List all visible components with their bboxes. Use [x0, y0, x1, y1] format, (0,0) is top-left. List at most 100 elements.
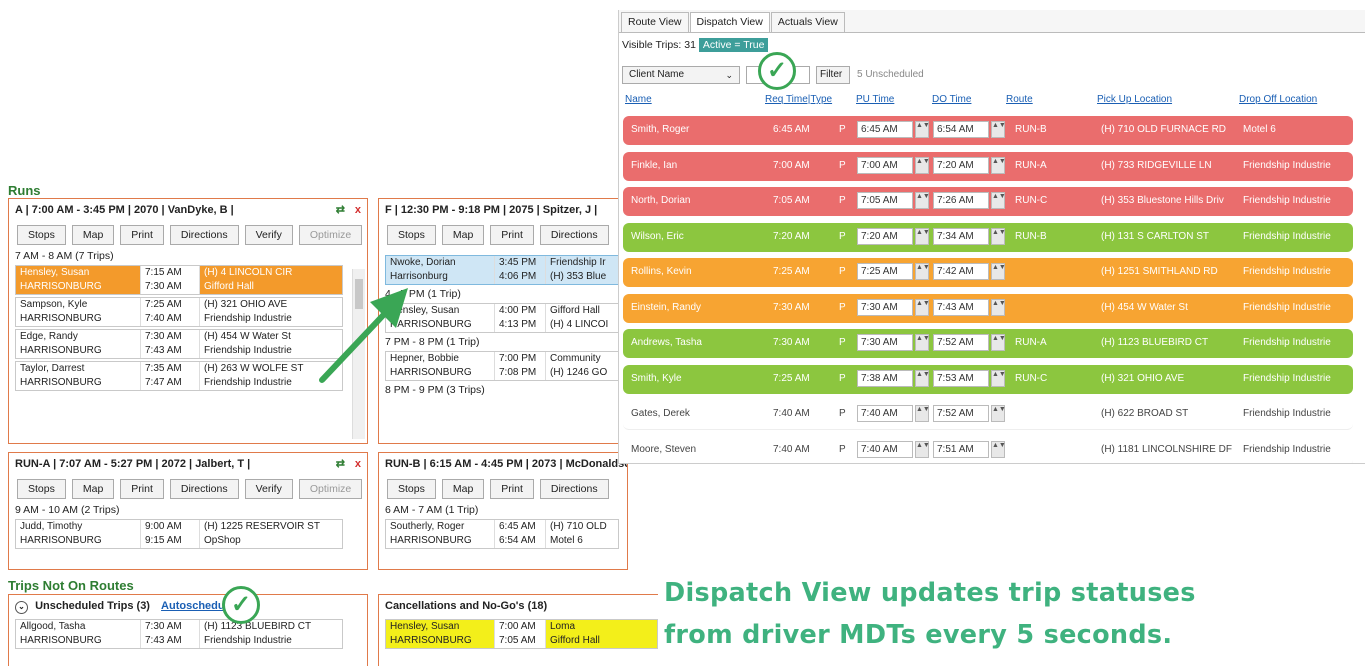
pu-time-stepper[interactable]: ▲▼	[915, 156, 930, 174]
close-icon[interactable]: x	[355, 453, 361, 475]
do-time-stepper[interactable]: ▲▼	[991, 156, 1006, 174]
do-time-input[interactable]: 7:52 AM	[933, 405, 989, 422]
trip-card[interactable]: Taylor, Darrest 7:35 AM (H) 263 W WOLFE ST…	[15, 361, 343, 391]
do-time-input[interactable]: 7:51 AM	[933, 440, 989, 458]
stops-button[interactable]: Stops	[17, 479, 66, 499]
pu-time-stepper[interactable]: ▲▼	[915, 121, 930, 138]
pu-time-input[interactable]: 7:40 AM	[857, 405, 913, 422]
directions-button[interactable]: Directions	[169, 479, 239, 499]
trip-card[interactable]: Judd, Timothy 9:00 AM (H) 1225 RESERVOIR S…	[15, 519, 343, 549]
col-pu-time[interactable]: PU Time	[856, 94, 894, 105]
do-time-stepper[interactable]: ▲▼	[991, 440, 1006, 458]
collapse-icon[interactable]: ⌄	[15, 601, 28, 614]
do-time-input[interactable]: 7:34 AM	[933, 227, 989, 245]
do-time-stepper[interactable]: ▲▼	[991, 369, 1006, 387]
dispatch-row[interactable]: Einstein, Randy 7:30 AM P 7:30 AM ▲▼ 7:43 AM ▲…	[623, 293, 1353, 323]
pu-time-stepper[interactable]: ▲▼	[915, 192, 930, 209]
trip-card[interactable]: Edge, Randy 7:30 AM (H) 454 W Water St HAR…	[15, 329, 343, 359]
print-button[interactable]: Print	[490, 225, 534, 245]
pu-time-stepper[interactable]: ▲▼	[915, 440, 930, 458]
do-time-stepper[interactable]: ▲▼	[991, 405, 1006, 422]
do-time-input[interactable]: 7:42 AM	[933, 263, 989, 280]
pu-time-input[interactable]: 7:25 AM	[857, 263, 913, 280]
route-icon[interactable]: ⇄	[336, 199, 345, 221]
tab-dispatch-view[interactable]: Dispatch View	[689, 12, 770, 32]
col-do-time[interactable]: DO Time	[932, 94, 971, 105]
dispatch-row[interactable]: Smith, Roger 6:45 AM P 6:45 AM ▲▼ 6:54 AM ▲▼ RU…	[623, 116, 1353, 145]
trip-card[interactable]: Sampson, Kyle 7:25 AM (H) 321 OHIO AVE HAR…	[15, 297, 343, 327]
col-dropoff-location[interactable]: Drop Off Location	[1239, 94, 1317, 105]
trip-card[interactable]: Allgood, Tasha 7:30 AM (H) 1123 BLUEBIRD C…	[15, 619, 343, 649]
directions-button[interactable]: Directions	[169, 225, 239, 245]
tab-actuals-view[interactable]: Actuals View	[770, 12, 845, 32]
do-time-stepper[interactable]: ▲▼	[991, 263, 1006, 280]
trip-card[interactable]: Nwoke, Dorian 3:45 PM Friendship Ir Harris…	[385, 255, 619, 285]
col-name[interactable]: Name	[625, 94, 652, 105]
pu-time-input[interactable]: 7:00 AM	[857, 156, 913, 174]
directions-button[interactable]: Directions	[539, 479, 609, 499]
verify-button[interactable]: Verify	[244, 225, 293, 245]
col-route[interactable]: Route	[1006, 94, 1033, 105]
filter-button[interactable]: Filter	[816, 66, 850, 84]
do-time-input[interactable]: 7:43 AM	[933, 298, 989, 316]
do-time-input[interactable]: 7:26 AM	[933, 192, 989, 209]
print-button[interactable]: Print	[120, 225, 164, 245]
pu-time-input[interactable]: 7:38 AM	[857, 369, 913, 387]
trip-card[interactable]: Hensley, Susan 7:00 AM Loma HARRISONBURG 7:…	[385, 619, 658, 649]
pu-time-input[interactable]: 7:20 AM	[857, 227, 913, 245]
col-req-time-type[interactable]: Req Time|Type	[765, 94, 832, 105]
pu-time-stepper[interactable]: ▲▼	[915, 227, 930, 245]
pu-time-input[interactable]: 7:40 AM	[857, 440, 913, 458]
dispatch-row[interactable]: Moore, Steven 7:40 AM P 7:40 AM ▲▼ 7:51 AM ▲▼(…	[623, 435, 1353, 463]
do-time-stepper[interactable]: ▲▼	[991, 298, 1006, 316]
do-time-stepper[interactable]: ▲▼	[991, 121, 1006, 138]
trip-card[interactable]: Hensley, Susan 7:15 AM (H) 4 LINCOLN CIR H…	[15, 265, 343, 295]
do-time-stepper[interactable]: ▲▼	[991, 192, 1006, 209]
print-button[interactable]: Print	[120, 479, 164, 499]
dispatch-row[interactable]: North, Dorian 7:05 AM P 7:05 AM ▲▼ 7:26 AM ▲▼ R…	[623, 187, 1353, 216]
do-time-stepper[interactable]: ▲▼	[991, 227, 1006, 245]
tab-route-view[interactable]: Route View	[621, 12, 689, 32]
stops-button[interactable]: Stops	[387, 225, 436, 245]
trip-card[interactable]: Hensley, Susan 4:00 PM Gifford Hall HARRIS…	[385, 303, 619, 333]
trip-card[interactable]: Hepner, Bobbie 7:00 PM Community HARRISONB…	[385, 351, 619, 381]
map-button[interactable]: Map	[441, 225, 485, 245]
active-filter-pill[interactable]: Active = True	[698, 38, 769, 52]
do-time-input[interactable]: 7:52 AM	[933, 334, 989, 351]
pu-time-stepper[interactable]: ▲▼	[915, 369, 930, 387]
pu-time-stepper[interactable]: ▲▼	[915, 405, 930, 422]
dispatch-row[interactable]: Gates, Derek 7:40 AM P 7:40 AM ▲▼ 7:52 AM ▲▼ (H…	[623, 400, 1353, 430]
dispatch-row[interactable]: Wilson, Eric 7:20 AM P 7:20 AM ▲▼ 7:34 AM ▲▼ RU…	[623, 222, 1353, 252]
row-route: RUN-B	[1015, 230, 1047, 242]
print-button[interactable]: Print	[490, 479, 534, 499]
optimize-button[interactable]: Optimize	[298, 225, 363, 245]
pu-time-input[interactable]: 6:45 AM	[857, 121, 913, 138]
stops-button[interactable]: Stops	[387, 479, 436, 499]
do-time-input[interactable]: 7:20 AM	[933, 156, 989, 174]
route-icon[interactable]: ⇄	[336, 453, 345, 475]
col-pickup-location[interactable]: Pick Up Location	[1097, 94, 1172, 105]
client-name-select[interactable]: Client Name ⌄	[622, 66, 740, 84]
close-icon[interactable]: x	[355, 199, 361, 221]
stops-button[interactable]: Stops	[17, 225, 66, 245]
map-button[interactable]: Map	[441, 479, 485, 499]
dispatch-row[interactable]: Rollins, Kevin 7:25 AM P 7:25 AM ▲▼ 7:42 AM ▲▼…	[623, 258, 1353, 287]
pu-time-input[interactable]: 7:05 AM	[857, 192, 913, 209]
do-time-input[interactable]: 7:53 AM	[933, 369, 989, 387]
do-time-stepper[interactable]: ▲▼	[991, 334, 1006, 351]
pu-time-stepper[interactable]: ▲▼	[915, 263, 930, 280]
verify-button[interactable]: Verify	[244, 479, 293, 499]
dispatch-row[interactable]: Smith, Kyle 7:25 AM P 7:38 AM ▲▼ 7:53 AM ▲▼ RUN…	[623, 364, 1353, 394]
map-button[interactable]: Map	[71, 225, 115, 245]
trip-card[interactable]: Southerly, Roger 6:45 AM (H) 710 OLD HARRI…	[385, 519, 619, 549]
pu-time-stepper[interactable]: ▲▼	[915, 334, 930, 351]
pu-time-stepper[interactable]: ▲▼	[915, 298, 930, 316]
directions-button[interactable]: Directions	[539, 225, 609, 245]
dispatch-row[interactable]: Finkle, Ian 7:00 AM P 7:00 AM ▲▼ 7:20 AM ▲▼ RUN…	[623, 151, 1353, 181]
do-time-input[interactable]: 6:54 AM	[933, 121, 989, 138]
optimize-button[interactable]: Optimize	[298, 479, 363, 499]
pu-time-input[interactable]: 7:30 AM	[857, 298, 913, 316]
map-button[interactable]: Map	[71, 479, 115, 499]
pu-time-input[interactable]: 7:30 AM	[857, 334, 913, 351]
dispatch-row[interactable]: Andrews, Tasha 7:30 AM P 7:30 AM ▲▼ 7:52 AM ▲▼…	[623, 329, 1353, 358]
